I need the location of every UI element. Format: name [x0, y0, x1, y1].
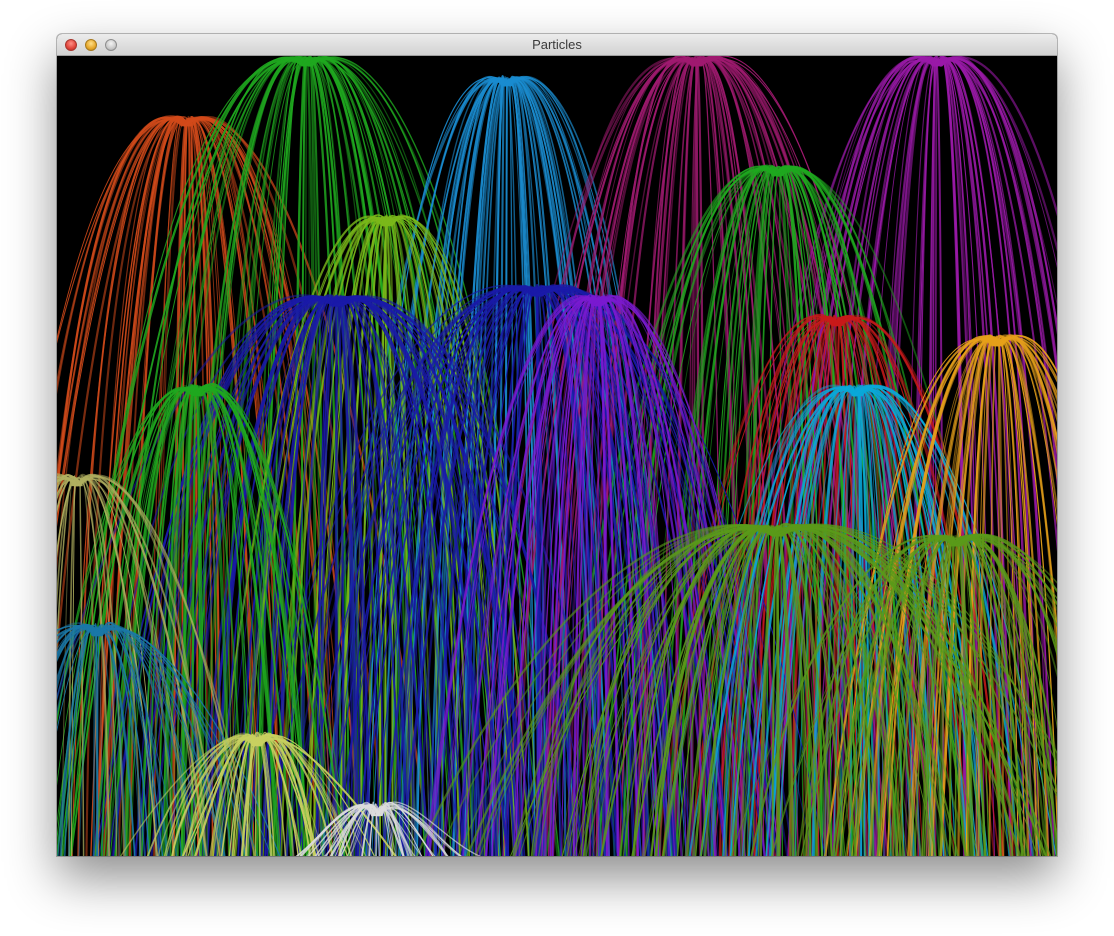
title-bar[interactable]: Particles: [57, 34, 1057, 56]
particles-canvas[interactable]: [57, 56, 1057, 856]
app-window: Particles: [57, 34, 1057, 856]
window-title: Particles: [532, 37, 582, 52]
